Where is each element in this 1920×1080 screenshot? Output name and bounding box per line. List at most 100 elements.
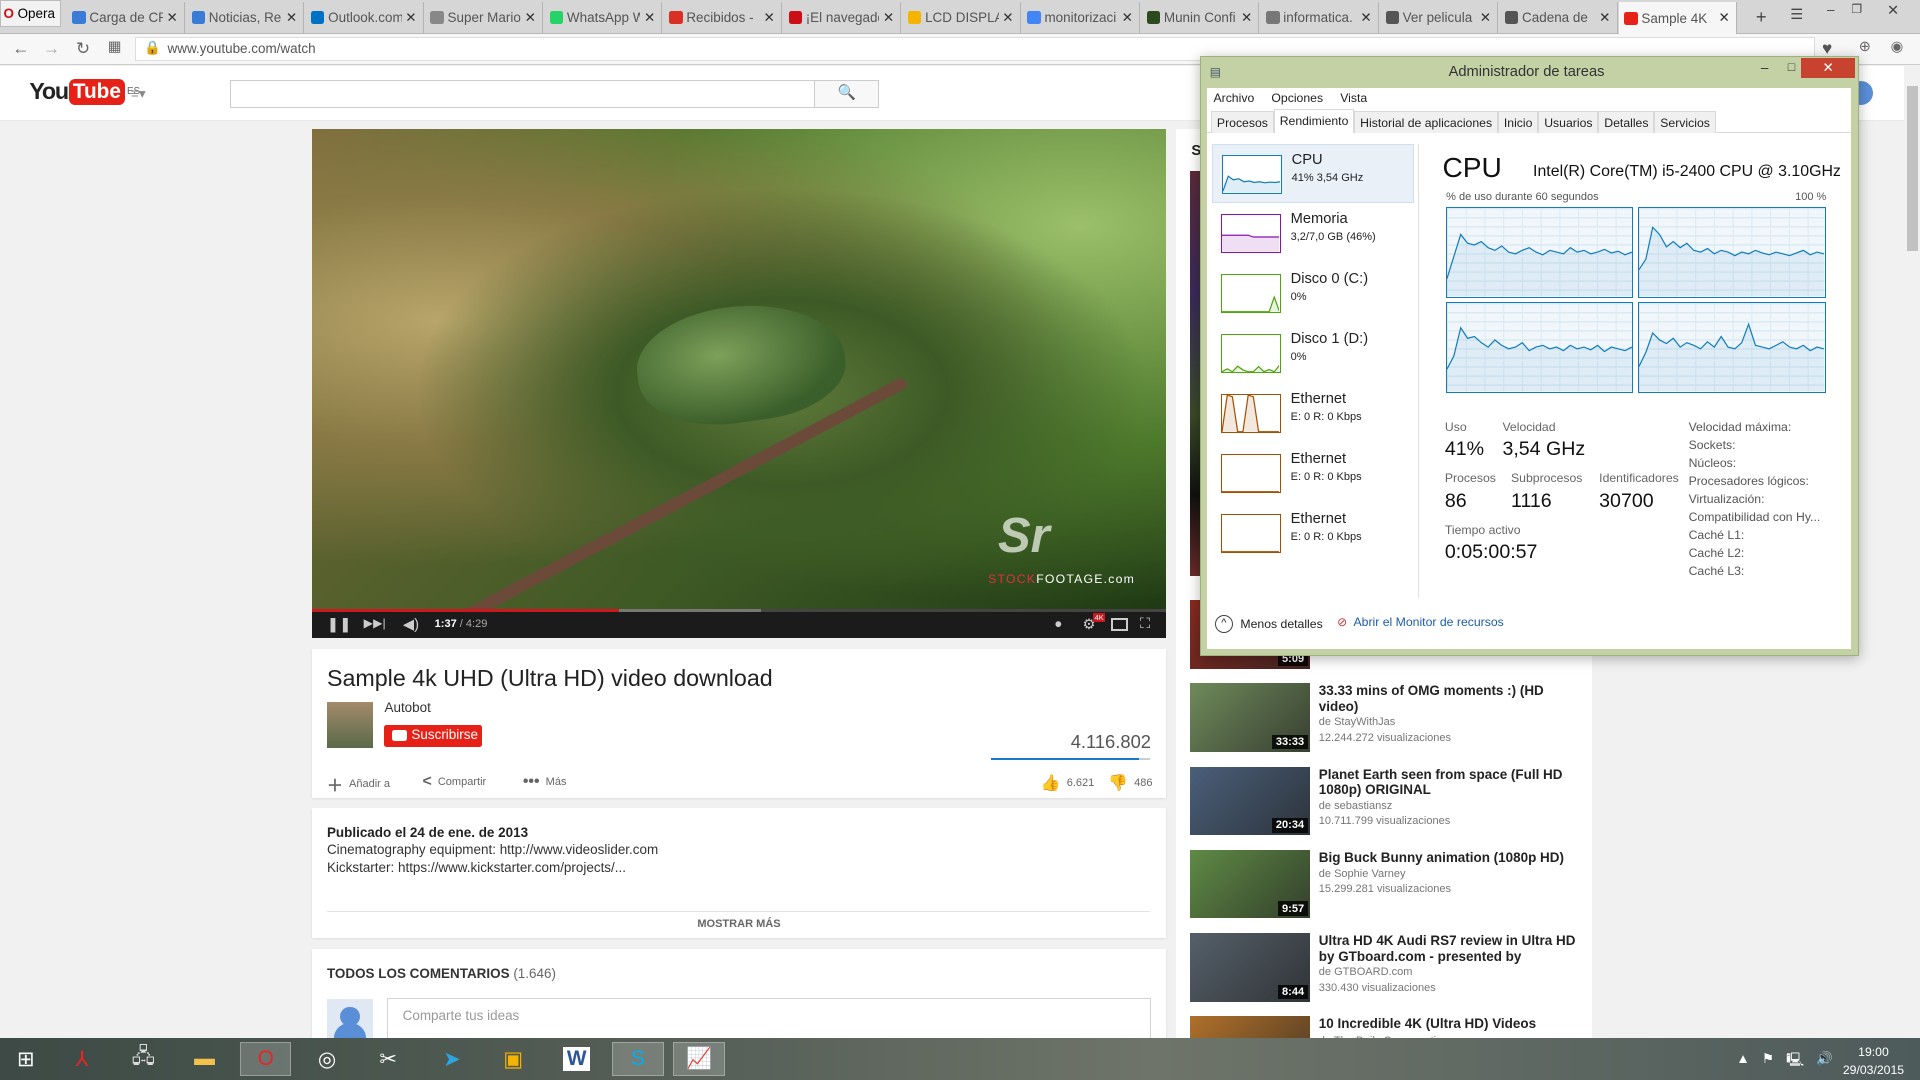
related-title[interactable]: Big Buck Bunny animation (1080p HD) [1319,850,1576,866]
close-tab-icon[interactable]: ✕ [883,10,894,26]
tm-tab[interactable]: Inicio [1497,111,1539,134]
reload-icon[interactable]: ↻ [76,38,90,59]
close-tab-icon[interactable]: ✕ [1480,10,1491,26]
related-video[interactable]: 8:44 Ultra HD 4K Audi RS7 review in Ultra… [1190,933,1582,1002]
close-tab-icon[interactable]: ✕ [405,10,416,26]
minimize-button[interactable]: – [1827,2,1834,17]
taskbar-telegram[interactable]: ➤ [426,1042,477,1076]
related-title[interactable]: 10 Incredible 4K (Ultra HD) Videos [1319,1016,1576,1032]
tm-maximize-button[interactable]: □ [1788,60,1795,74]
browser-tab[interactable]: informatica. ✕ [1261,2,1379,34]
taskbar-task-manager[interactable]: 📈 [673,1042,725,1077]
browser-tab[interactable]: Ver pelicula ✕ [1381,2,1499,34]
new-tab-button[interactable]: + [1756,6,1767,28]
like-button[interactable]: 👍 6.621 [1041,773,1095,793]
subscribe-button[interactable]: Suscribirse [384,724,483,747]
tm-tab[interactable]: Historial de aplicaciones [1354,111,1498,134]
related-video[interactable]: 9:57 Big Buck Bunny animation (1080p HD) d… [1190,849,1582,919]
taskbar-acrobat[interactable]: ⅄ [56,1042,107,1076]
less-details-button[interactable]: ^ Menos detalles [1214,614,1323,634]
browser-tab[interactable]: Super Mario ✕ [426,2,544,34]
pause-icon[interactable]: ❚❚ [327,616,352,633]
menu-vista[interactable]: Vista [1340,91,1367,108]
taskbar-explorer[interactable]: ▬ [179,1042,230,1076]
close-button[interactable]: ✕ [1887,2,1899,19]
download-icon[interactable]: ⊕ [1859,38,1871,55]
show-more-button[interactable]: MOSTRAR MÁS [312,918,1165,930]
channel-avatar[interactable] [326,701,374,749]
tm-tab[interactable]: Rendimiento [1273,108,1355,134]
browser-tab[interactable]: Recibidos - ✕ [664,2,782,34]
close-tab-icon[interactable]: ✕ [1122,10,1133,26]
resource-ethernet[interactable]: Ethernet E: 0 R: 0 Kbps [1212,444,1414,503]
search-button[interactable]: 🔍 [814,79,880,108]
resource-disco-1-d-[interactable]: Disco 1 (D:) 0% [1212,324,1414,383]
tm-close-button[interactable]: ✕ [1801,57,1856,79]
menu-archivo[interactable]: Archivo [1213,91,1254,108]
next-icon[interactable]: ▶▶| [364,616,386,630]
related-video[interactable]: 20:34 Planet Earth seen from space (Full … [1190,766,1582,836]
browser-tab[interactable]: Carga de CP ✕ [67,2,185,34]
resource-memoria[interactable]: Memoria 3,2/7,0 GB (46%) [1212,204,1414,263]
volume-icon[interactable]: 🔊 [1816,1051,1833,1073]
browser-tab[interactable]: Munin Confi ✕ [1142,2,1260,34]
taskbar-skype[interactable]: S [612,1042,664,1077]
video-player[interactable]: Sr STOCKFOOTAGE.com [312,128,1166,609]
close-tab-icon[interactable]: ✕ [1360,10,1371,26]
browser-tab[interactable]: Outlook.com ✕ [306,2,424,34]
scrollbar-thumb[interactable] [1906,85,1918,251]
show-hidden-icons[interactable]: ▲ [1736,1051,1749,1073]
video-thumbnail[interactable]: 33:33 [1190,683,1311,752]
start-button[interactable]: ⊞ [0,1042,51,1076]
speed-dial-icon[interactable]: ▦ [108,38,122,55]
tm-tab[interactable]: Usuarios [1538,111,1599,134]
close-tab-icon[interactable]: ✕ [1599,10,1610,26]
restore-button[interactable]: ❐ [1851,2,1862,16]
close-tab-icon[interactable]: ✕ [1241,10,1252,26]
opera-menu-button[interactable]: O Opera [0,0,62,27]
add-to-button[interactable]: ＋ Añadir a [327,773,390,796]
more-button[interactable]: ••• Más [523,773,567,791]
resource-ethernet[interactable]: Ethernet E: 0 R: 0 Kbps [1212,384,1414,443]
video-thumbnail[interactable]: 8:44 [1190,933,1311,1002]
share-button[interactable]: < Compartir [422,773,486,791]
related-title[interactable]: Ultra HD 4K Audi RS7 review in Ultra HD … [1319,933,1576,965]
close-tab-icon[interactable]: ✕ [644,10,655,26]
tm-tab[interactable]: Detalles [1598,111,1655,134]
resource-cpu[interactable]: CPU 41% 3,54 GHz [1212,144,1415,204]
browser-tab[interactable]: Noticias, Re ✕ [187,2,305,34]
browser-tab[interactable]: ¡El navegado ✕ [784,2,902,34]
channel-name[interactable]: Autobot [384,700,430,715]
theater-mode-icon[interactable] [1110,618,1128,631]
close-tab-icon[interactable]: ✕ [525,10,536,26]
description-link[interactable]: http://www.videoslider.com [500,842,659,857]
menu-opciones[interactable]: Opciones [1271,91,1323,108]
taskbar-chrome[interactable]: ◎ [301,1042,352,1076]
taskbar-word[interactable]: W [551,1042,602,1076]
flag-icon[interactable]: ⚑ [1762,1051,1774,1073]
close-tab-icon[interactable]: ✕ [1002,10,1013,26]
close-tab-icon[interactable]: ✕ [763,10,774,26]
open-resource-monitor-link[interactable]: ⊘ Abrir el Monitor de recursos [1337,615,1504,629]
browser-tab[interactable]: WhatsApp W ✕ [545,2,663,34]
video-thumbnail[interactable]: 20:34 [1190,766,1311,836]
tm-minimize-button[interactable]: – [1761,60,1768,75]
search-input[interactable] [230,79,816,108]
taskbar-network[interactable]: 🖧 [118,1042,169,1076]
back-icon[interactable]: ← [12,38,29,59]
related-video[interactable]: 33:33 33.33 mins of OMG moments :) (HD vi… [1190,683,1582,752]
taskbar-tool[interactable]: ✂ [362,1042,413,1076]
tab-menu-icon[interactable]: ☰ [1790,6,1803,23]
youtube-logo[interactable]: You Tube ES [29,78,140,106]
resource-ethernet[interactable]: Ethernet E: 0 R: 0 Kbps [1212,504,1414,563]
fullscreen-icon[interactable]: ⛶ [1140,616,1150,632]
dislike-button[interactable]: 👎 486 [1108,773,1152,793]
browser-tab[interactable]: LCD DISPLA ✕ [903,2,1021,34]
forward-icon[interactable]: → [43,38,60,59]
watch-later-icon[interactable]: ● [1054,616,1062,631]
browser-tab[interactable]: Sample 4K ✕ [1619,2,1737,35]
account-icon[interactable]: ◉ [1891,38,1904,55]
tm-tab[interactable]: Servicios [1654,111,1716,134]
browser-tab[interactable]: monitorizaci ✕ [1022,2,1140,34]
taskbar-opera[interactable]: O [240,1042,292,1077]
